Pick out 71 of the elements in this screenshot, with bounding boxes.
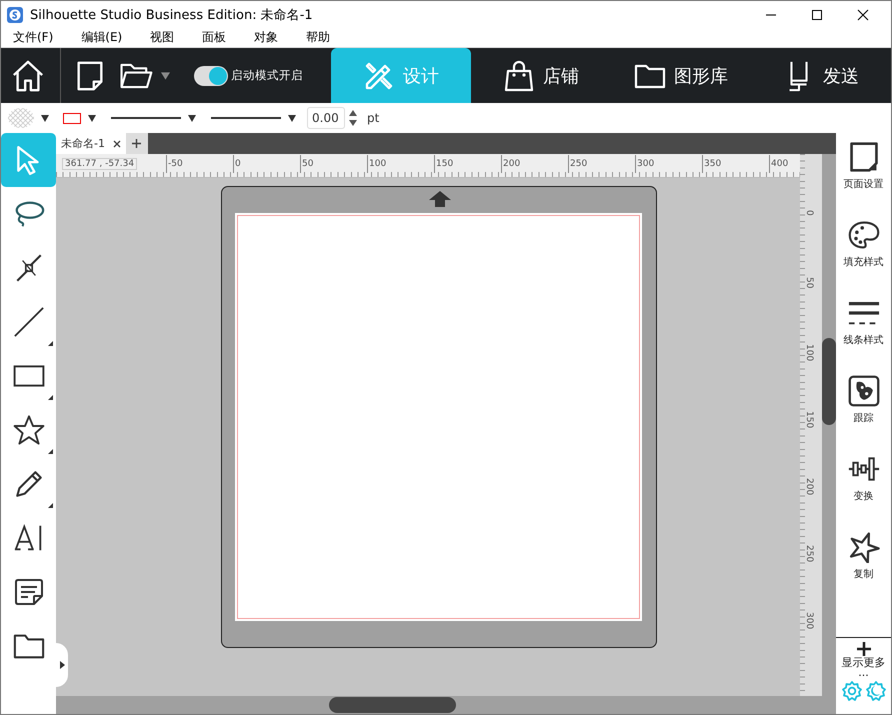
toggle-label: 启动模式开启 <box>231 68 303 83</box>
ruler-label: 200 <box>501 155 520 173</box>
panel-button[interactable]: 复制 <box>836 523 891 601</box>
trace-butterfly-icon <box>848 375 880 407</box>
ruler-label: 100 <box>804 344 814 362</box>
star-icon <box>12 414 44 446</box>
nav-tab[interactable]: 图形库 <box>611 48 751 103</box>
home-icon[interactable] <box>11 58 45 92</box>
plus-icon <box>132 139 142 148</box>
cursor-coordinates: 361.77 , -57.34 <box>62 158 138 170</box>
window-title: Silhouette Studio Business Edition: 未命名-1 <box>30 6 313 24</box>
spinner-icon[interactable] <box>349 109 357 127</box>
submenu-corner-icon <box>48 395 53 400</box>
menu-item[interactable]: 帮助 <box>306 29 330 46</box>
menu-item[interactable]: 文件(F) <box>13 29 54 46</box>
ruler-label: 0 <box>804 210 814 216</box>
ruler-label: 300 <box>635 155 654 173</box>
panel-expander[interactable] <box>56 643 68 687</box>
menu-item[interactable]: 面板 <box>202 29 226 46</box>
ruler-label: 200 <box>804 478 814 496</box>
menu-item[interactable]: 编辑(E) <box>81 29 122 46</box>
ruler-label: 250 <box>804 545 814 562</box>
ruler-label: 50 <box>300 155 314 173</box>
submenu-corner-icon <box>48 341 53 346</box>
caret-icon[interactable] <box>288 114 296 122</box>
panel-button[interactable]: 跟踪 <box>836 367 891 445</box>
nav-tab[interactable]: 发送 <box>751 48 891 103</box>
scrollbar-thumb[interactable] <box>822 338 836 425</box>
ruler-label: -50 <box>166 155 183 173</box>
line-width-field[interactable]: 0.00 <box>307 107 345 129</box>
note-icon <box>12 576 44 608</box>
ruler-label: 100 <box>367 155 386 173</box>
show-more-button[interactable]: 显示更多 ... <box>836 637 891 677</box>
palette-icon <box>848 219 880 251</box>
page-icon <box>848 141 880 173</box>
close-icon[interactable] <box>857 8 869 20</box>
panel-button[interactable]: 变换 <box>836 445 891 523</box>
ruler-label: 300 <box>804 612 814 630</box>
submenu-corner-icon <box>48 503 53 508</box>
menu-item[interactable]: 对象 <box>254 29 278 46</box>
menu-item[interactable]: 视图 <box>150 29 174 46</box>
caret-icon[interactable] <box>41 114 49 122</box>
panel-button[interactable]: 线条样式 <box>836 289 891 367</box>
star-shapes-icon <box>848 531 880 563</box>
ruler-label: 350 <box>702 155 722 173</box>
caret-icon[interactable] <box>188 114 196 122</box>
caret-icon <box>60 661 64 669</box>
plus-icon <box>856 642 870 656</box>
toggle-switch[interactable] <box>194 66 228 86</box>
line-color-swatch[interactable] <box>63 112 81 124</box>
unit-label: pt <box>367 111 380 125</box>
ruler-label: 150 <box>804 411 814 428</box>
panel-button[interactable]: 填充样式 <box>836 211 891 289</box>
ruler-label: 50 <box>804 277 814 288</box>
line-icon <box>12 306 44 338</box>
nav-tab[interactable]: 店铺 <box>471 48 611 103</box>
ruler-label: 0 <box>233 155 241 173</box>
shopping-bag-icon <box>503 60 535 92</box>
panel-button[interactable]: 页面设置 <box>836 133 891 211</box>
close-icon[interactable] <box>112 140 121 148</box>
submenu-corner-icon <box>48 449 53 454</box>
ruler-label: 150 <box>434 155 454 173</box>
load-direction-icon <box>429 191 451 207</box>
ruler-label: 250 <box>568 155 588 173</box>
caret-icon[interactable] <box>88 114 96 122</box>
app-logo-icon <box>7 6 23 22</box>
scrollbar-thumb[interactable] <box>329 697 456 713</box>
add-tab-button[interactable] <box>126 133 148 154</box>
ruler-label: 400 <box>769 155 788 173</box>
maximize-icon[interactable] <box>811 8 823 20</box>
document-tab[interactable]: 未命名-1 <box>56 133 126 154</box>
